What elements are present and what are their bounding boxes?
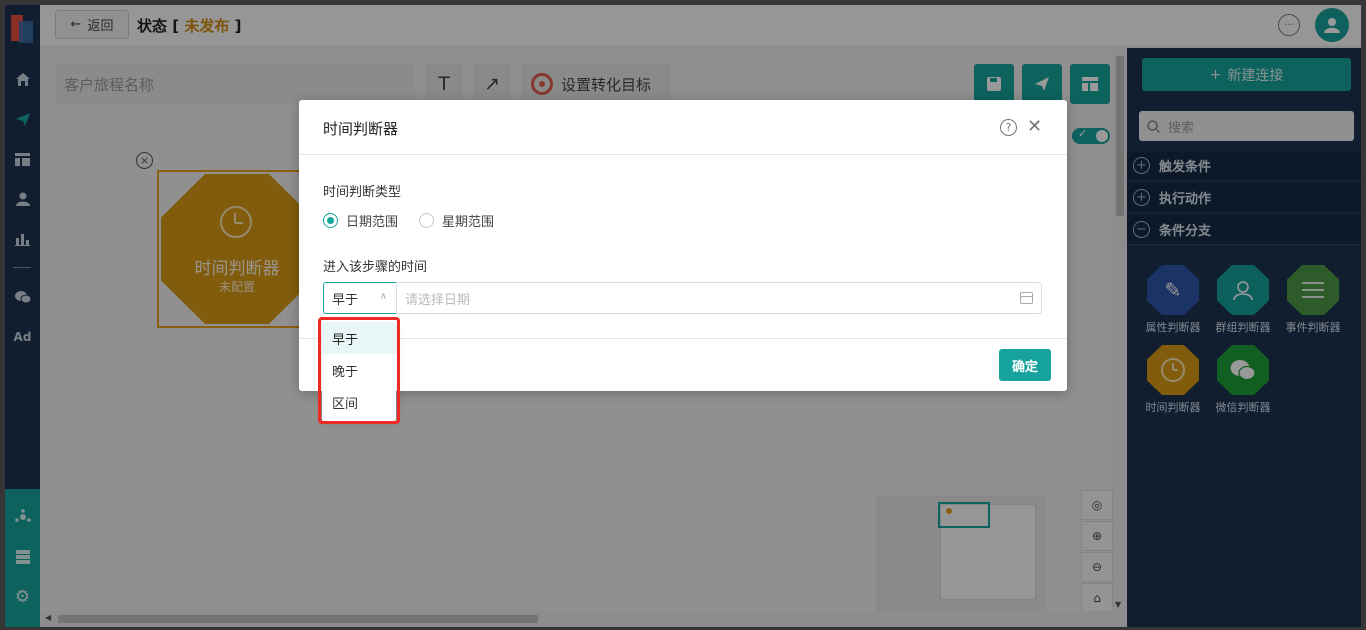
- footer-divider: [299, 338, 1067, 339]
- highlight-box: [318, 317, 400, 424]
- radio-date-range[interactable]: 日期范围: [323, 211, 398, 230]
- compare-select[interactable]: 早于 ∧: [323, 282, 397, 314]
- chevron-up-icon: ∧: [379, 291, 387, 302]
- radio-indicator: [419, 213, 434, 228]
- date-picker-input[interactable]: 请选择日期: [396, 282, 1042, 314]
- radio-indicator: [323, 213, 338, 228]
- radio-week-range[interactable]: 星期范围: [419, 211, 494, 230]
- dialog-title: 时间判断器: [323, 120, 399, 138]
- radio-label: 日期范围: [346, 215, 399, 230]
- help-icon[interactable]: ?: [1000, 119, 1017, 136]
- enter-time-label: 进入该步骤的时间: [323, 260, 428, 275]
- time-judge-dialog: 时间判断器 ? ✕ 时间判断类型 日期范围 星期范围 进入该步骤的时间 早于 ∧…: [299, 100, 1067, 391]
- dialog-header: 时间判断器 ? ✕: [299, 100, 1067, 155]
- date-placeholder: 请选择日期: [405, 292, 471, 308]
- radio-label: 星期范围: [442, 215, 495, 230]
- close-icon[interactable]: ✕: [1027, 116, 1042, 137]
- confirm-button[interactable]: 确定: [999, 349, 1051, 381]
- type-label: 时间判断类型: [323, 185, 402, 200]
- calendar-icon: [1020, 292, 1033, 304]
- select-value: 早于: [332, 292, 359, 308]
